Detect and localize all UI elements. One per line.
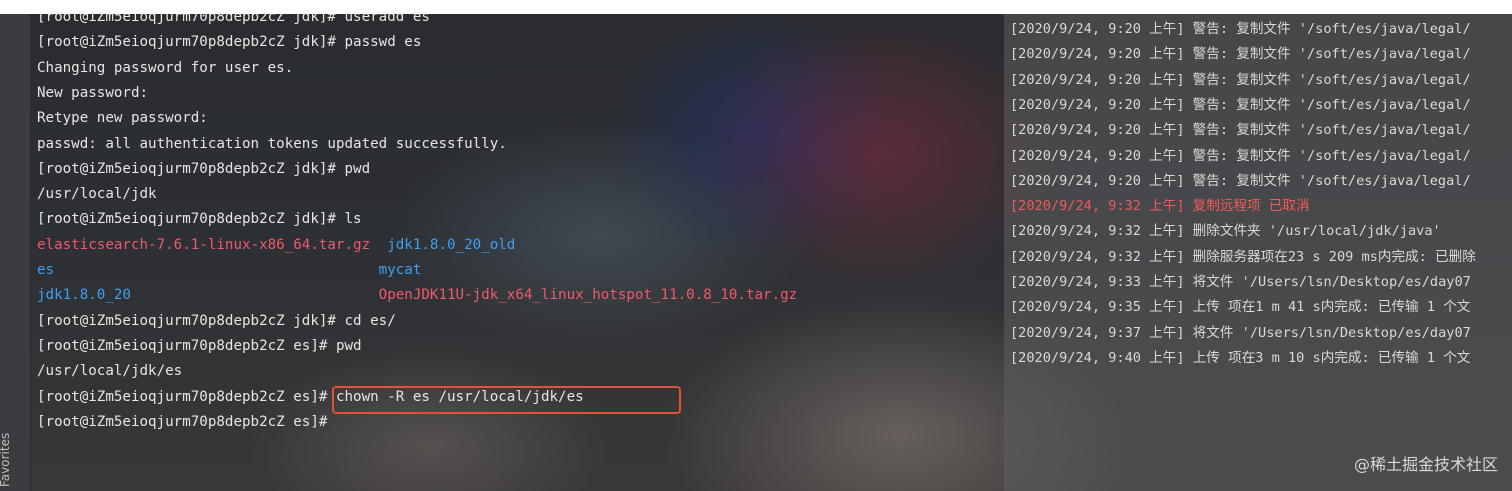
terminal-line: [root@iZm5eioqjurm70p8depb2cZ jdk]# ls <box>37 208 362 230</box>
terminal-text-segment: /usr/local/jdk/es <box>37 363 183 380</box>
terminal-text-segment: elasticsearch-7.6.1-linux-x86_64.tar.gz <box>37 236 388 253</box>
log-line: [2020/9/24, 9:20 上午] 警告: 复制文件 '/soft/es/… <box>1010 21 1471 37</box>
terminal-text-segment: /usr/local/jdk <box>37 186 157 203</box>
terminal-text-segment: [root@iZm5eioqjurm70p8depb2cZ jdk]# ls <box>37 211 362 228</box>
terminal-line: elasticsearch-7.6.1-linux-x86_64.tar.gz … <box>37 234 515 256</box>
terminal-line: [root@iZm5eioqjurm70p8depb2cZ jdk]# cd e… <box>37 310 396 332</box>
terminal-text-segment: Retype new password: <box>37 110 208 127</box>
log-line: [2020/9/24, 9:33 上午] 将文件 '/Users/lsn/Des… <box>1010 274 1471 290</box>
log-line: [2020/9/24, 9:20 上午] 警告: 复制文件 '/soft/es/… <box>1010 71 1471 88</box>
terminal-line: [root@iZm5eioqjurm70p8depb2cZ jdk]# pass… <box>37 31 421 53</box>
log-line: [2020/9/24, 9:35 上午] 上传 项在1 m 41 s内完成: 已… <box>1010 299 1471 316</box>
terminal-line: passwd: all authentication tokens update… <box>37 133 507 155</box>
terminal-text-segment: [root@iZm5eioqjurm70p8depb2cZ jdk]# pwd <box>37 160 371 177</box>
terminal-line: Changing password for user es. <box>37 57 293 79</box>
terminal-line: /usr/local/jdk/es <box>37 360 182 382</box>
terminal-line: /usr/local/jdk <box>37 183 157 205</box>
log-line: [2020/9/24, 9:20 上午] 警告: 复制文件 '/soft/es/… <box>1010 147 1471 164</box>
log-line-error: [2020/9/24, 9:32 上午] 复制远程项 已取消 <box>1010 198 1310 215</box>
terminal-text-segment: [root@iZm5eioqjurm70p8depb2cZ es]# <box>37 413 328 430</box>
terminal-line: [root@iZm5eioqjurm70p8depb2cZ es]# pwd <box>37 335 362 357</box>
log-line: [2020/9/24, 9:32 上午] 删除服务器项在23 s 209 ms内… <box>1010 248 1476 265</box>
terminal-text-segment: New password: <box>37 84 149 101</box>
terminal-text-segment: Changing password for user es. <box>37 59 294 76</box>
favorites-tab[interactable]: Favorites <box>0 433 12 487</box>
terminal-text-segment: jdk1.8.0_20 <box>37 287 379 304</box>
terminal-window: Favorites [root@iZm5eioqjurm70p8depb2cZ … <box>0 14 1512 491</box>
terminal-text-segment: [root@iZm5eioqjurm70p8depb2cZ es]# pwd <box>37 337 362 354</box>
terminal-line: Retype new password: <box>37 107 208 129</box>
terminal-text-segment: [root@iZm5eioqjurm70p8depb2cZ jdk]# cd e… <box>37 312 396 329</box>
terminal-text-segment: [root@iZm5eioqjurm70p8depb2cZ jdk]# user… <box>37 14 430 25</box>
terminal-line: jdk1.8.0_20 OpenJDK11U-jdk_x64_linux_hot… <box>37 284 797 306</box>
log-line: [2020/9/24, 9:40 上午] 上传 项在3 m 10 s内完成: 已… <box>1010 349 1471 366</box>
terminal-text-segment: OpenJDK11U-jdk_x64_linux_hotspot_11.0.8_… <box>378 287 798 304</box>
terminal-line: es mycat <box>37 259 421 281</box>
terminal-line: New password: <box>37 82 148 104</box>
log-line: [2020/9/24, 9:20 上午] 警告: 复制文件 '/soft/es/… <box>1010 46 1471 63</box>
log-line: [2020/9/24, 9:20 上午] 警告: 复制文件 '/soft/es/… <box>1010 96 1471 113</box>
log-line: [2020/9/24, 9:37 上午] 将文件 '/Users/lsn/Des… <box>1010 324 1471 341</box>
left-tool-strip: Favorites <box>0 14 31 491</box>
terminal-text-segment: passwd: all authentication tokens update… <box>37 135 507 152</box>
transfer-log-panel: [2020/9/24, 9:20 上午] 警告: 复制文件 '/soft/es/… <box>1004 14 1512 491</box>
terminal-line: [root@iZm5eioqjurm70p8depb2cZ es]# <box>37 411 327 433</box>
terminal-line: [root@iZm5eioqjurm70p8depb2cZ jdk]# user… <box>37 14 430 28</box>
log-line: [2020/9/24, 9:20 上午] 警告: 复制文件 '/soft/es/… <box>1010 172 1471 189</box>
terminal-line: [root@iZm5eioqjurm70p8depb2cZ jdk]# pwd <box>37 158 370 180</box>
terminal-text-segment: [root@iZm5eioqjurm70p8depb2cZ jdk]# pass… <box>37 34 422 51</box>
terminal-text-segment: es <box>37 262 379 278</box>
log-line: [2020/9/24, 9:32 上午] 删除文件夹 '/usr/local/j… <box>1010 223 1441 240</box>
terminal-text-segment: jdk1.8.0_20_old <box>387 236 516 253</box>
log-line: [2020/9/24, 9:20 上午] 警告: 复制文件 '/soft/es/… <box>1010 122 1471 139</box>
chown-command-highlight <box>332 386 681 414</box>
terminal-output[interactable]: [root@iZm5eioqjurm70p8depb2cZ jdk]# user… <box>37 14 997 491</box>
terminal-text-segment: mycat <box>378 262 422 278</box>
watermark: @稀土掘金技术社区 <box>1353 455 1498 474</box>
